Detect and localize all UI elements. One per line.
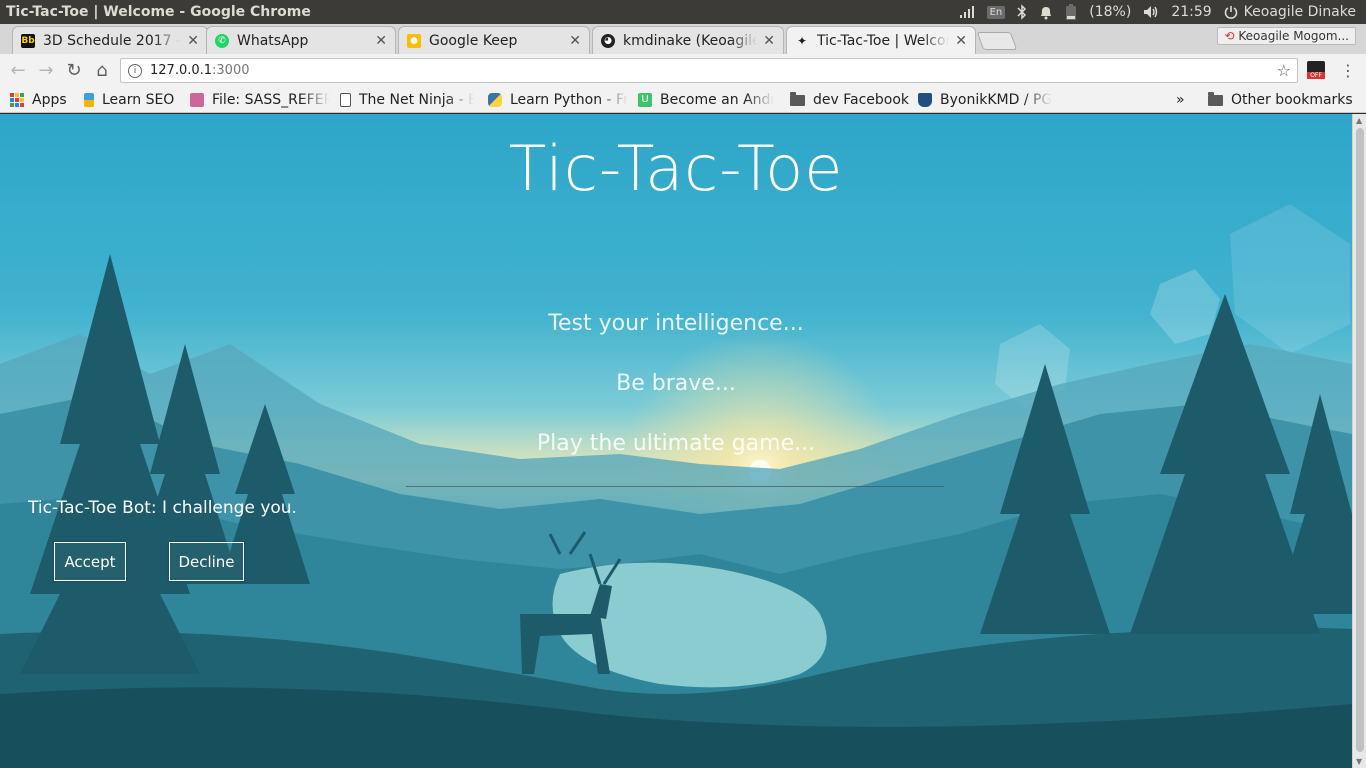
extension-off-icon[interactable] [1307, 61, 1325, 79]
tab-label: WhatsApp [237, 32, 309, 49]
info-icon[interactable]: i [128, 63, 142, 78]
tagline-ultimate-game: Play the ultimate game... [536, 431, 816, 456]
tagline-intelligence: Test your intelligence... [548, 311, 804, 336]
bookmark-label: The Net Ninja - B [359, 92, 474, 108]
bookmark-dev-facebook[interactable]: dev Facebook [790, 90, 909, 110]
bookmark-learn-python[interactable]: Learn Python - Fr [488, 90, 628, 110]
tab-whatsapp[interactable]: ✆ WhatsApp ✕ [206, 26, 396, 54]
bb-favicon: Bb [21, 33, 35, 48]
back-arrow-icon[interactable]: ← [4, 60, 32, 81]
page-title: Tic-Tac-Toe [508, 132, 844, 205]
bookmark-label: Other bookmarks [1231, 92, 1353, 108]
keyboard-icon[interactable]: En [986, 5, 1006, 19]
python-icon [488, 93, 502, 107]
volume-icon[interactable] [1143, 5, 1159, 19]
whatsapp-favicon: ✆ [215, 33, 229, 48]
bookmarks-overflow-button[interactable]: » [1176, 90, 1185, 110]
home-icon[interactable]: ⌂ [88, 60, 116, 81]
bot-message: Tic-Tac-Toe Bot: I challenge you. [28, 498, 297, 518]
bookmark-label: ByonikKMD / PG [940, 92, 1053, 108]
profile-icon: ⟲ [1224, 29, 1235, 43]
system-tray: En (18%) 21:59 Keoagile Dinake [959, 0, 1356, 24]
udacity-icon: U [638, 93, 652, 107]
battery-icon[interactable] [1065, 3, 1077, 21]
bitbucket-icon [918, 93, 932, 107]
decline-button[interactable]: Decline [169, 542, 244, 581]
menu-kebab-icon[interactable]: ⋮ [1340, 61, 1356, 80]
folder-icon [790, 91, 805, 106]
close-icon[interactable]: ✕ [763, 33, 775, 49]
bookmark-android[interactable]: U Become an Andr [638, 90, 774, 110]
bookmark-label: File: SASS_REFER [212, 92, 330, 108]
bookmark-apps[interactable]: Apps [10, 90, 67, 110]
tab-strip: Bb 3D Schedule 2017 – ✕ ✆ WhatsApp ✕ ● G… [0, 24, 1366, 54]
divider [406, 486, 944, 487]
bookmark-learn-seo[interactable]: Learn SEO [84, 90, 174, 110]
tagline-brave: Be brave... [616, 371, 736, 396]
bookmark-label: Learn Python - Fr [510, 92, 628, 108]
url-port: :3000 [212, 63, 250, 78]
tab-label: Google Keep [429, 32, 518, 49]
star-icon[interactable]: ☆ [1277, 61, 1291, 80]
close-icon[interactable]: ✕ [187, 33, 199, 49]
window-title: Tic-Tac-Toe | Welcome - Google Chrome [6, 4, 311, 20]
power-icon[interactable] [1224, 5, 1238, 19]
bell-icon[interactable] [1039, 4, 1053, 20]
close-icon[interactable]: ✕ [375, 33, 387, 49]
forward-arrow-icon[interactable]: → [32, 60, 60, 81]
tab-tic-tac-toe[interactable]: ✦ Tic-Tac-Toe | Welcom ✕ [786, 26, 976, 54]
tab-github[interactable]: ◕ kmdinake (Keoagile ✕ [592, 26, 784, 54]
bookmark-sass-reference[interactable]: File: SASS_REFER [190, 90, 330, 110]
vertical-scrollbar[interactable]: ▲ ▼ [1352, 114, 1366, 768]
bluetooth-icon[interactable] [1017, 4, 1027, 20]
folder-icon [1208, 91, 1223, 106]
page-icon [340, 93, 351, 107]
tab-3d-schedule[interactable]: Bb 3D Schedule 2017 – ✕ [12, 26, 208, 54]
browser-toolbar: ← → ↻ ⌂ i 127.0.0.1:3000 ☆ ⋮ [0, 54, 1366, 87]
signal-icon[interactable] [959, 5, 975, 19]
profile-chip[interactable]: ⟲ Keoagile Mogom... [1217, 27, 1356, 45]
scrollbar-thumb[interactable] [1356, 128, 1364, 752]
clock[interactable]: 21:59 [1171, 4, 1211, 20]
page-viewport: Tic-Tac-Toe Test your intelligence... Be… [0, 114, 1352, 768]
bookmark-label: Become an Andr [660, 92, 774, 108]
keep-favicon: ● [407, 33, 421, 48]
scroll-down-arrow-icon[interactable]: ▼ [1356, 757, 1362, 766]
github-favicon: ◕ [601, 33, 615, 48]
user-name[interactable]: Keoagile Dinake [1244, 4, 1356, 20]
seo-icon [84, 93, 94, 107]
system-top-bar: Tic-Tac-Toe | Welcome - Google Chrome En… [0, 0, 1366, 24]
url-host: 127.0.0.1 [150, 63, 213, 78]
bookmark-label: Learn SEO [102, 92, 175, 108]
address-bar[interactable]: i 127.0.0.1:3000 ☆ [120, 58, 1298, 83]
close-icon[interactable]: ✕ [955, 33, 967, 49]
tictactoe-favicon: ✦ [796, 33, 808, 48]
bookmark-bitbucket[interactable]: ByonikKMD / PG [918, 90, 1056, 110]
apps-grid-icon [10, 93, 24, 107]
chevron-double-right-icon: » [1176, 92, 1185, 108]
close-icon[interactable]: ✕ [569, 33, 581, 49]
scroll-up-arrow-icon[interactable]: ▲ [1356, 116, 1362, 125]
reload-icon[interactable]: ↻ [60, 60, 88, 81]
sass-icon [190, 93, 204, 107]
tab-label: kmdinake (Keoagile [623, 32, 758, 49]
tab-label: Tic-Tac-Toe | Welcom [817, 32, 950, 49]
accept-button[interactable]: Accept [54, 542, 126, 581]
bookmark-other[interactable]: Other bookmarks [1208, 90, 1353, 110]
bookmark-label: Apps [32, 92, 67, 108]
bookmark-label: dev Facebook [813, 92, 910, 108]
tab-google-keep[interactable]: ● Google Keep ✕ [398, 26, 590, 54]
tab-label: 3D Schedule 2017 – [43, 32, 182, 49]
new-tab-button[interactable] [976, 32, 1018, 50]
bookmarks-bar: Apps Learn SEO File: SASS_REFER The Net … [0, 87, 1366, 113]
profile-label: Keoagile Mogom... [1238, 29, 1349, 43]
bookmark-net-ninja[interactable]: The Net Ninja - B [340, 90, 474, 110]
battery-percent: (18%) [1089, 4, 1132, 20]
